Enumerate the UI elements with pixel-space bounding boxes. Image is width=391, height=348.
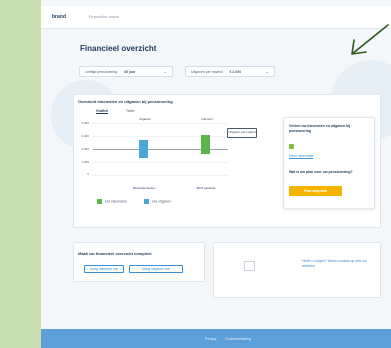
- retirement-age-select[interactable]: Leeftijd pensionering 68 jaar ⌄: [79, 66, 173, 77]
- category-label: Werkzaamheden: [132, 186, 156, 190]
- monthly-expenses-select[interactable]: Uitgaven per maand € 2.000 ⌄: [185, 66, 275, 77]
- select-label: Leeftijd pensionering: [85, 70, 118, 74]
- y-tick-label: 2.000: [81, 147, 89, 151]
- card-title: Maak uw financieel overzicht compleet: [78, 251, 152, 256]
- chevron-down-icon: ⌄: [265, 69, 269, 74]
- category-label: Bezit gestelde: [196, 186, 216, 190]
- expenses-bar[interactable]: [139, 139, 148, 159]
- legend-swatch: [144, 199, 149, 204]
- lock-icon: [244, 261, 255, 271]
- chart-card-title: Overzicht inkomsten en uitgaven bij pens…: [78, 99, 173, 104]
- select-label: Uitgaven per maand: [191, 70, 223, 74]
- nav-link[interactable]: Financiële zaken: [89, 14, 119, 19]
- legend-swatch: [97, 199, 102, 204]
- tab-table[interactable]: Tabel: [126, 109, 134, 113]
- y-tick-label: 3.000: [81, 134, 89, 138]
- footer-link[interactable]: Cookieverklaring: [225, 337, 251, 341]
- y-tick-label: 0: [87, 172, 89, 176]
- y-tick-label: 1.000: [81, 160, 89, 164]
- info-card: Heeft u vragen? Neem contact op met uw a…: [213, 242, 381, 298]
- select-value: € 2.000: [229, 70, 242, 74]
- footer: Privacy Cookieverklaring: [41, 329, 391, 348]
- side-card: Verken uw inkomsten en uitgaven bij pens…: [283, 117, 375, 209]
- legend-label: Uw inkomsten: [105, 199, 127, 204]
- info-text[interactable]: Heeft u vragen? Neem contact op met uw a…: [302, 259, 372, 268]
- plan-appointment-button[interactable]: Plan afspraak: [289, 186, 342, 196]
- grid-line: [93, 175, 228, 176]
- legend-item: Uw inkomsten: [97, 199, 127, 204]
- arrow-icon: [351, 24, 389, 55]
- top-navigation-bar: brand Financiële zaken: [41, 6, 391, 29]
- page: brand Financiële zaken Financieel overzi…: [41, 0, 391, 348]
- grid-line: [93, 123, 228, 124]
- side-card-text: Verken uw inkomsten en uitgaven bij pens…: [289, 124, 351, 133]
- check-icon: [289, 144, 294, 149]
- tab-chart[interactable]: Grafiek: [96, 109, 109, 114]
- brand-logo[interactable]: brand: [52, 14, 66, 20]
- grid-line: [93, 162, 228, 163]
- chart-tooltip: Uitgaven per maand: [227, 128, 257, 138]
- legend-label: Uw uitgaven: [152, 199, 172, 204]
- income-bar[interactable]: [201, 134, 210, 155]
- select-value: 68 jaar: [124, 70, 136, 74]
- footer-link[interactable]: Privacy: [205, 337, 216, 341]
- add-expenses-button[interactable]: Voeg uitgaven toe: [129, 265, 183, 273]
- y-tick-label: 4.000: [81, 121, 89, 125]
- bar-top-label: Uitgaven: [139, 117, 151, 121]
- page-title: Financieel overzicht: [80, 44, 157, 53]
- legend-item: Uw uitgaven: [144, 199, 171, 204]
- bar-top-label: Inkomen: [201, 117, 213, 121]
- side-card-link[interactable]: Meer informatie: [289, 154, 313, 159]
- chevron-down-icon: ⌄: [163, 69, 167, 74]
- complete-overview-card: Maak uw financieel overzicht compleet Vo…: [73, 242, 205, 282]
- add-income-button[interactable]: Voeg inkomen toe: [84, 265, 124, 273]
- side-card-question: Wat is uw plan voor uw pensionering?: [289, 170, 353, 174]
